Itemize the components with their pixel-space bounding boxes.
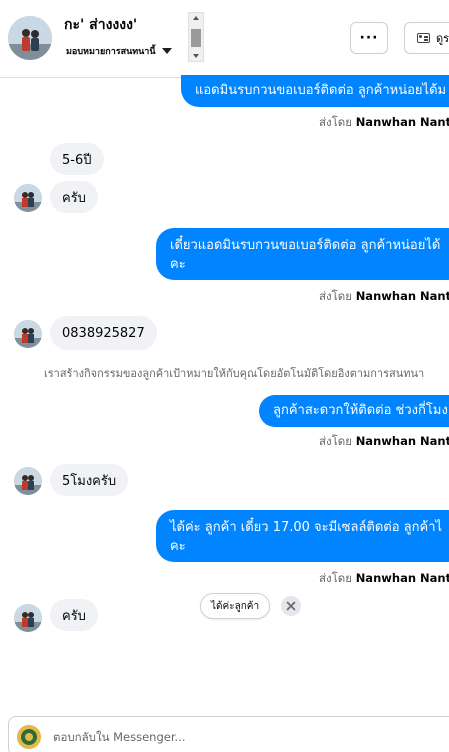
scroll-down-arrow-icon[interactable]	[193, 54, 199, 58]
message-text: ครับ	[62, 190, 86, 206]
message-text: เดี๋ยวแอดมินรบกวนขอเบอร์ติดต่อ ลูกค้าหน่…	[170, 238, 441, 253]
sent-by-prefix: ส่งโดย	[319, 115, 353, 129]
sent-by-prefix: ส่งโดย	[319, 289, 353, 303]
sent-by-prefix: ส่งโดย	[319, 571, 353, 585]
page-avatar	[17, 725, 41, 749]
sender-name: Nanwhan Nanth	[355, 434, 449, 448]
incoming-message: 5-6ปี	[50, 143, 104, 175]
contact-avatar-small[interactable]	[14, 467, 42, 495]
incoming-message: 0838925827	[50, 316, 157, 350]
message-text-line2: คะ	[170, 539, 186, 554]
more-options-button[interactable]: ···	[350, 22, 388, 54]
assign-conversation-dropdown[interactable]: มอบหมายการสนทนานี้	[66, 44, 172, 58]
message-text: แอดมินรบกวนขอเบอร์ติดต่อ ลูกค้าหน่อยได้ม	[195, 83, 447, 98]
scroll-up-arrow-icon[interactable]	[193, 16, 199, 20]
assign-label: มอบหมายการสนทนานี้	[66, 47, 156, 57]
sender-name: Nanwhan Nanth	[355, 115, 449, 129]
message-text: 5-6ปี	[62, 152, 92, 168]
sent-by-label: ส่งโดย Nanwhan Nanth	[319, 570, 449, 588]
sender-name: Nanwhan Nanth	[355, 571, 449, 585]
contact-avatar-small[interactable]	[14, 184, 42, 212]
contact-avatar-small[interactable]	[14, 320, 42, 348]
sent-by-label: ส่งโดย Nanwhan Nanth	[319, 114, 449, 132]
message-text: 0838925827	[62, 325, 145, 341]
sender-name: Nanwhan Nanth	[355, 289, 449, 303]
conversation-header: กะ' ส่างงงง' มอบหมายการสนทนานี้ ··· ดูร	[0, 0, 449, 78]
message-text: 5โมงครับ	[62, 473, 117, 489]
incoming-message: ครับ	[50, 181, 98, 213]
message-text-line2: คะ	[170, 257, 186, 272]
view-contact-label: ดูร	[436, 32, 449, 45]
message-text: ได้ค่ะ ลูกค้า เดี๋ยว 17.00 จะมีเซลล์ติดต…	[170, 520, 443, 535]
outgoing-message: แอดมินรบกวนขอเบอร์ติดต่อ ลูกค้าหน่อยได้ม	[181, 75, 449, 107]
contact-avatar-small[interactable]	[14, 604, 42, 632]
outgoing-message: เดี๋ยวแอดมินรบกวนขอเบอร์ติดต่อ ลูกค้าหน่…	[156, 228, 449, 280]
sent-by-prefix: ส่งโดย	[319, 434, 353, 448]
outgoing-message: ได้ค่ะ ลูกค้า เดี๋ยว 17.00 จะมีเซลล์ติดต…	[156, 510, 449, 562]
view-contact-button[interactable]: ดูร	[404, 22, 449, 54]
reply-input[interactable]	[53, 727, 433, 747]
message-text: ลูกค้าสะดวกให้ติดต่อ ช่วงกี่โมง	[273, 403, 448, 418]
sent-by-label: ส่งโดย Nanwhan Nanth	[319, 433, 449, 451]
dismiss-suggestion-button[interactable]	[281, 596, 301, 616]
contact-name[interactable]: กะ' ส่างงงง'	[64, 14, 137, 36]
header-scrollbar[interactable]	[188, 12, 204, 62]
system-activity-note: เราสร้างกิจกรรมของลูกค้าเป้าหมายให้กับคุ…	[44, 367, 425, 380]
close-icon	[286, 601, 296, 611]
contact-card-icon	[417, 33, 430, 43]
incoming-message: 5โมงครับ	[50, 464, 129, 496]
contact-avatar[interactable]	[8, 16, 52, 60]
sent-by-label: ส่งโดย Nanwhan Nanth	[319, 288, 449, 306]
message-text: ครับ	[62, 608, 86, 624]
incoming-message: ครับ	[50, 599, 98, 631]
caret-down-icon	[161, 48, 172, 54]
message-composer	[8, 716, 449, 752]
outgoing-message: ลูกค้าสะดวกให้ติดต่อ ช่วงกี่โมง	[259, 395, 449, 427]
scroll-thumb[interactable]	[191, 29, 201, 47]
quick-reply-suggestion[interactable]: ได้ค่ะลูกค้า	[200, 593, 271, 619]
